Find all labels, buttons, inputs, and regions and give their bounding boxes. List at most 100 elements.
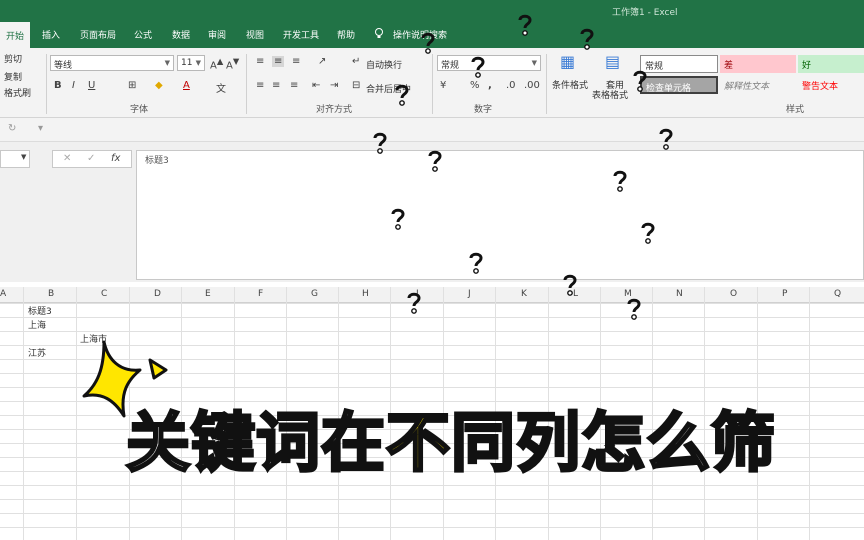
phonetic-icon[interactable]: 文 bbox=[216, 80, 226, 95]
column-header-k[interactable]: K bbox=[521, 289, 527, 299]
column-header-e[interactable]: E bbox=[205, 289, 211, 299]
formula-content: 标题3 bbox=[145, 156, 169, 166]
align-top-icon[interactable]: ≡ bbox=[256, 56, 264, 67]
tab-view[interactable]: 视图 bbox=[246, 28, 264, 41]
grid-line bbox=[23, 287, 24, 540]
quick-access-bar: ↻ ▾ bbox=[0, 118, 864, 142]
wrap-text-icon[interactable]: ↵ bbox=[352, 56, 360, 67]
conditional-format-button[interactable]: 条件格式 bbox=[552, 78, 588, 91]
table-format-label-2[interactable]: 表格格式 bbox=[592, 88, 628, 101]
conditional-format-icon[interactable]: ▦ bbox=[560, 52, 575, 71]
cut-button[interactable]: 剪切 bbox=[4, 52, 22, 65]
font-size-select[interactable]: 11 ▼ bbox=[177, 55, 205, 71]
tab-home[interactable]: 开始 bbox=[0, 22, 31, 48]
fill-color-icon[interactable]: ◆ bbox=[155, 80, 163, 91]
question-mark-icon bbox=[659, 128, 673, 150]
font-name-value: 等线 bbox=[54, 61, 73, 71]
percent-icon[interactable]: % bbox=[470, 80, 480, 91]
font-size-value: 11 bbox=[181, 58, 193, 68]
group-separator bbox=[546, 54, 547, 114]
align-bottom-icon[interactable]: ≡ bbox=[292, 56, 300, 67]
border-icon[interactable]: ⊞ bbox=[128, 80, 136, 91]
increase-font-icon[interactable]: A▲ bbox=[210, 56, 223, 71]
underline-icon[interactable]: U bbox=[88, 80, 95, 91]
tab-review[interactable]: 审阅 bbox=[208, 28, 226, 41]
column-header-h[interactable]: H bbox=[362, 289, 369, 299]
column-header-b[interactable]: B bbox=[48, 289, 54, 299]
table-format-icon[interactable]: ▤ bbox=[605, 52, 620, 71]
grid-line bbox=[76, 287, 77, 540]
question-mark-icon bbox=[641, 222, 655, 244]
number-format-select[interactable]: 常规 ▼ bbox=[437, 55, 541, 71]
chevron-down-icon: ▼ bbox=[21, 153, 27, 161]
tab-developer[interactable]: 开发工具 bbox=[283, 28, 319, 41]
column-header-g[interactable]: G bbox=[311, 289, 318, 299]
align-right-icon[interactable]: ≡ bbox=[290, 80, 298, 91]
font-name-select[interactable]: 等线 ▼ bbox=[50, 55, 174, 71]
style-bad[interactable]: 差 bbox=[720, 55, 796, 73]
increase-decimal-icon[interactable]: .0 bbox=[506, 80, 516, 91]
orientation-icon[interactable]: ↗ bbox=[318, 56, 326, 67]
style-warning[interactable]: 警告文本 bbox=[798, 76, 864, 94]
column-header-d[interactable]: D bbox=[154, 289, 161, 299]
enter-icon[interactable]: ✓ bbox=[87, 153, 95, 164]
style-good[interactable]: 好 bbox=[798, 55, 864, 73]
cell-b1[interactable]: 标题3 bbox=[28, 304, 52, 317]
number-format-value: 常规 bbox=[441, 61, 460, 71]
align-center-icon[interactable]: ≡ bbox=[272, 80, 280, 91]
name-box[interactable]: ▼ bbox=[0, 150, 30, 168]
style-check-cell[interactable]: 检查单元格 bbox=[640, 76, 718, 94]
bold-icon[interactable]: B bbox=[54, 80, 62, 91]
decrease-decimal-icon[interactable]: .00 bbox=[524, 80, 540, 91]
video-caption: 关键词在不同列怎么筛 bbox=[125, 392, 777, 484]
align-middle-icon[interactable]: ≡ bbox=[272, 56, 285, 67]
tab-help[interactable]: 帮助 bbox=[337, 28, 355, 41]
tab-formulas[interactable]: 公式 bbox=[134, 28, 152, 41]
column-header-f[interactable]: F bbox=[258, 289, 263, 299]
column-header-o[interactable]: O bbox=[730, 289, 737, 299]
style-explanatory[interactable]: 解释性文本 bbox=[720, 76, 796, 94]
column-header-j[interactable]: J bbox=[468, 289, 471, 299]
column-header-p[interactable]: P bbox=[782, 289, 787, 299]
question-mark-icon bbox=[373, 132, 387, 154]
currency-icon[interactable]: ¥ bbox=[440, 80, 446, 91]
question-mark-icon bbox=[407, 292, 421, 314]
customize-icon[interactable]: ▾ bbox=[38, 123, 43, 134]
tab-insert[interactable]: 插入 bbox=[42, 28, 60, 41]
decrease-indent-icon[interactable]: ⇤ bbox=[312, 80, 320, 91]
insert-function-icon[interactable]: fx bbox=[111, 153, 120, 164]
tab-page-layout[interactable]: 页面布局 bbox=[80, 28, 116, 41]
caption-part-3: 怎么筛 bbox=[580, 406, 777, 483]
question-mark-icon bbox=[469, 252, 483, 274]
increase-indent-icon[interactable]: ⇥ bbox=[330, 80, 338, 91]
question-mark-icon bbox=[471, 56, 485, 78]
column-header-q[interactable]: Q bbox=[834, 289, 841, 299]
formula-controls: ✕ ✓ fx bbox=[52, 150, 132, 168]
italic-icon[interactable]: I bbox=[72, 80, 75, 91]
cancel-icon[interactable]: ✕ bbox=[63, 153, 71, 164]
merge-icon[interactable]: ⊟ bbox=[352, 80, 360, 91]
question-mark-icon bbox=[391, 208, 405, 230]
group-separator bbox=[46, 54, 47, 114]
cell-b2[interactable]: 上海 bbox=[28, 318, 46, 331]
copy-button[interactable]: 复制 bbox=[4, 70, 22, 83]
font-color-icon[interactable]: A bbox=[183, 80, 190, 91]
align-left-icon[interactable]: ≡ bbox=[256, 80, 264, 91]
wrap-text-button[interactable]: 自动换行 bbox=[366, 58, 402, 71]
format-painter-button[interactable]: 格式刷 bbox=[4, 86, 31, 99]
column-header-c[interactable]: C bbox=[101, 289, 107, 299]
cell-b4[interactable]: 江苏 bbox=[28, 346, 46, 359]
column-header-a[interactable]: A bbox=[0, 289, 6, 299]
formula-input[interactable]: 标题3 bbox=[136, 150, 864, 280]
style-normal[interactable]: 常规 bbox=[640, 55, 718, 73]
grid-line bbox=[809, 287, 810, 540]
window-title: 工作簿1 - Excel bbox=[612, 8, 678, 18]
question-mark-icon bbox=[428, 150, 442, 172]
redo-icon[interactable]: ↻ bbox=[8, 123, 16, 134]
question-mark-icon bbox=[627, 298, 641, 320]
comma-icon[interactable]: , bbox=[488, 80, 492, 91]
column-header-n[interactable]: N bbox=[676, 289, 683, 299]
tab-data[interactable]: 数据 bbox=[172, 28, 190, 41]
question-mark-icon bbox=[613, 170, 627, 192]
decrease-font-icon[interactable]: A▼ bbox=[226, 56, 239, 71]
